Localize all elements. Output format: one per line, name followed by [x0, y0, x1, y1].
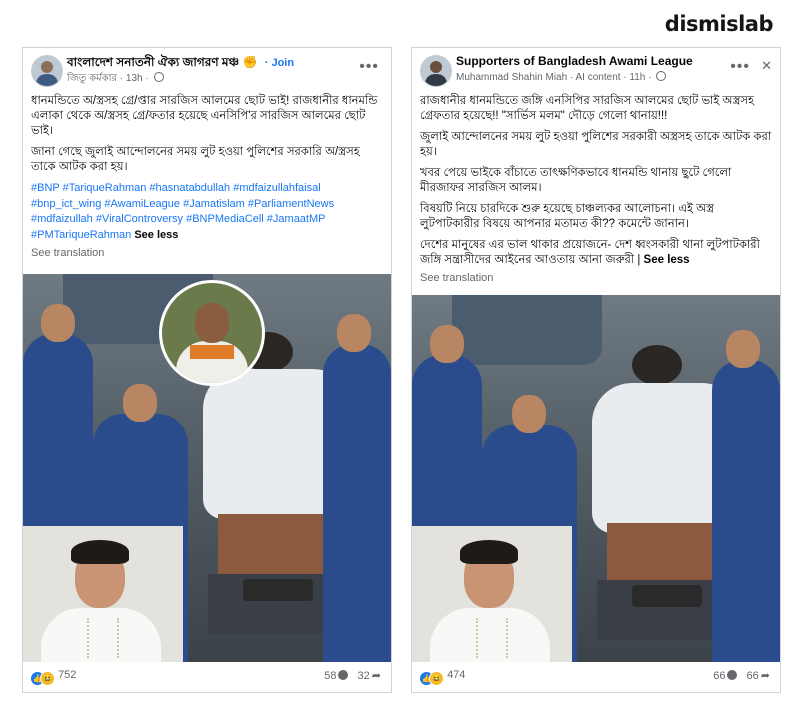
reactions-summary[interactable]: 👍😆 474: [420, 669, 465, 686]
group-name-text[interactable]: Supporters of Bangladesh Awami League: [456, 54, 693, 68]
dismislab-logo: dismislab: [664, 12, 774, 36]
post-meta: জিতু কর্মকার · 13h ·: [67, 71, 164, 88]
police-officer-right: [323, 314, 391, 664]
comments-count[interactable]: 58: [324, 670, 336, 682]
post-paragraph: দেশের মানুষের এর ভাল থাকার প্রয়োজনে- দে…: [420, 238, 772, 268]
more-options-icon[interactable]: •••: [730, 58, 750, 76]
join-button[interactable]: · Join: [265, 57, 294, 69]
hashtags[interactable]: #BNP #TariqueRahman #hasnatabdullah #mdf…: [31, 182, 334, 241]
post-header: Supporters of Bangladesh Awami League Mu…: [412, 48, 780, 92]
page-avatar[interactable]: [420, 55, 452, 87]
tent-background: [452, 295, 602, 365]
facebook-post-2: Supporters of Bangladesh Awami League Mu…: [411, 47, 781, 693]
see-less-link[interactable]: See less: [134, 229, 178, 241]
inset-portrait-sarjis: [23, 526, 183, 664]
detained-man-back: [607, 523, 727, 583]
share-icon: ➦: [760, 670, 770, 682]
post-meta: Muhammad Shahin Miah · AI content · 11h …: [456, 71, 667, 83]
fist-emoji: ✊: [242, 55, 258, 69]
group-name[interactable]: Supporters of Bangladesh Awami League: [456, 54, 693, 68]
reactions-count[interactable]: 752: [58, 669, 76, 681]
post-photo[interactable]: [412, 295, 780, 664]
post-paragraph: বিষয়টি নিয়ে চারদিকে শুরু হয়েছে চাঞ্চল…: [420, 203, 715, 230]
pistol-in-waistband: [243, 579, 313, 601]
see-translation-link[interactable]: See translation: [412, 268, 780, 284]
post-time[interactable]: · 13h ·: [120, 73, 149, 84]
post-paragraph-text: দেশের মানুষের এর ভাল থাকার প্রয়োজনে- দে…: [420, 239, 760, 266]
post-paragraph: জানা গেছে জুলাই আন্দোলনের সময় লুট হওয়া…: [31, 146, 360, 173]
police-officer-right: [712, 330, 780, 664]
post-paragraph: রাজধানীর ধানমন্ডিতে জঙ্গি এনসিপির সারজিস…: [420, 95, 755, 122]
post-paragraph: ধানমন্ডিতে অ/স্ত্রসহ গ্রে/প্তার সারজিস আ…: [31, 95, 378, 137]
post-body: রাজধানীর ধানমন্ডিতে জঙ্গি এনসিপির সারজিস…: [412, 92, 780, 268]
shares-count[interactable]: 32: [358, 670, 370, 682]
comment-icon: [338, 670, 349, 680]
see-less-link[interactable]: See less: [644, 254, 690, 266]
detained-man-back: [218, 514, 338, 574]
close-icon[interactable]: ✕: [761, 58, 772, 74]
post-time[interactable]: · AI content · 11h ·: [570, 72, 652, 83]
post-body: ধানমন্ডিতে অ/স্ত্রসহ গ্রে/প্তার সারজিস আ…: [23, 92, 391, 243]
post-footer: 👍😆 752 58 32 ➦: [23, 662, 391, 692]
author-name[interactable]: Muhammad Shahin Miah: [456, 72, 567, 83]
more-options-icon[interactable]: •••: [359, 58, 379, 76]
pistol-in-waistband: [632, 585, 702, 607]
inset-portrait-sarjis: [412, 526, 572, 664]
author-name[interactable]: জিতু কর্মকার: [67, 73, 117, 84]
globe-icon: [656, 71, 667, 81]
post-photo[interactable]: [23, 274, 391, 664]
post-paragraph: খবর পেয়ে ভাইকে বাঁচাতে তাৎক্ষণিকভাবে ধা…: [420, 167, 732, 194]
haha-reaction-icon: 😆: [429, 671, 444, 686]
hashtag-list[interactable]: #BNP #TariqueRahman #hasnatabdullah #mdf…: [31, 181, 383, 243]
haha-reaction-icon: 😆: [40, 671, 55, 686]
post-header: বাংলাদেশ সনাতনী ঐক্য জাগরণ মঞ্চ ✊ · Join…: [23, 48, 391, 92]
engagement-counts: 58 32 ➦: [324, 669, 381, 682]
comments-count[interactable]: 66: [713, 670, 725, 682]
see-translation-link[interactable]: See translation: [23, 243, 391, 259]
engagement-counts: 66 66 ➦: [713, 669, 770, 682]
inset-portrait-circle: [159, 280, 265, 386]
detained-man-head: [632, 345, 682, 385]
group-name-text[interactable]: বাংলাদেশ সনাতনী ঐক্য জাগরণ মঞ্চ: [67, 55, 239, 69]
share-icon: ➦: [371, 670, 381, 682]
post-paragraph: জুলাই আন্দোলনের সময় লুট হওয়া পুলিশের স…: [420, 131, 772, 158]
reactions-summary[interactable]: 👍😆 752: [31, 669, 76, 686]
facebook-post-1: বাংলাদেশ সনাতনী ঐক্য জাগরণ মঞ্চ ✊ · Join…: [22, 47, 392, 693]
reactions-count[interactable]: 474: [447, 669, 465, 681]
post-footer: 👍😆 474 66 66 ➦: [412, 662, 780, 692]
comment-icon: [727, 670, 738, 680]
globe-icon: [153, 72, 164, 82]
group-avatar[interactable]: [31, 55, 63, 87]
shares-count[interactable]: 66: [747, 670, 759, 682]
